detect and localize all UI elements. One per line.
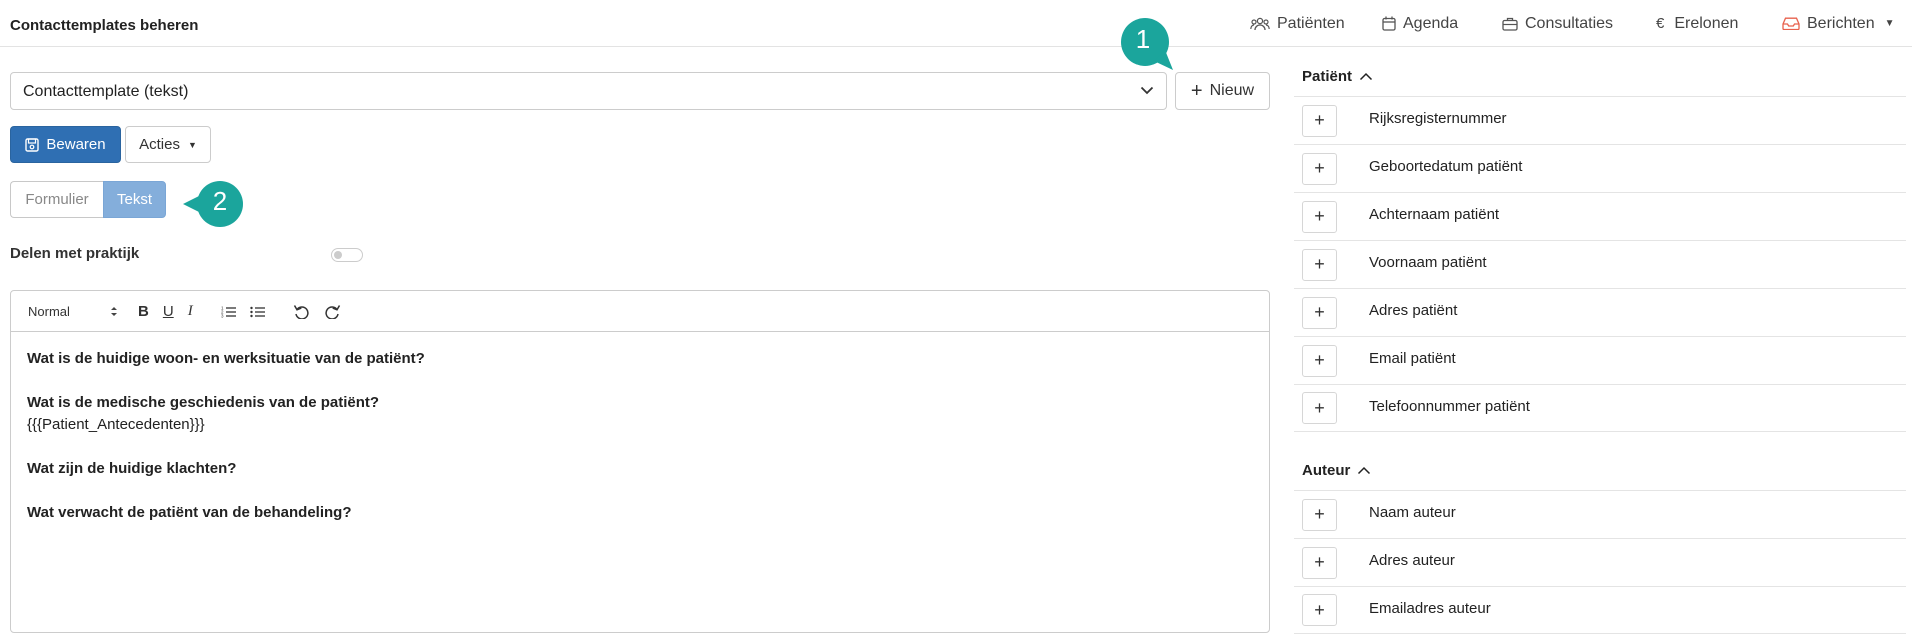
plus-icon: + bbox=[1190, 80, 1203, 102]
ordered-list-icon[interactable]: 123 bbox=[221, 305, 236, 318]
field-label: Naam auteur bbox=[1369, 504, 1456, 521]
text-editor: Normal B U I 123 Wat is de huidige woon-… bbox=[10, 290, 1270, 633]
inbox-icon bbox=[1782, 17, 1800, 30]
template-select-value: Contacttemplate (tekst) bbox=[23, 83, 189, 100]
actions-button-label: Acties bbox=[139, 136, 180, 153]
share-label: Delen met praktijk bbox=[10, 245, 140, 262]
chevron-up-icon bbox=[1359, 72, 1373, 81]
updown-icon bbox=[111, 306, 117, 316]
svg-text:3: 3 bbox=[221, 313, 224, 318]
bullet-list-icon[interactable] bbox=[249, 305, 265, 318]
underline-icon[interactable]: U bbox=[163, 303, 174, 320]
editor-content[interactable]: Wat is de huidige woon- en werksituatie … bbox=[11, 332, 1269, 540]
field-label: Rijksregisternummer bbox=[1369, 110, 1507, 127]
annotation-number: 1 bbox=[1135, 24, 1151, 54]
list-item: + Telefoonnummer patiënt bbox=[1294, 384, 1906, 432]
caret-down-icon: ▼ bbox=[1884, 18, 1895, 29]
list-item: + Rijksregisternummer bbox=[1294, 96, 1906, 144]
patient-field-list: + Rijksregisternummer + Geboortedatum pati… bbox=[1294, 96, 1906, 432]
save-button-label: Bewaren bbox=[46, 136, 106, 153]
nav-label: Erelonen bbox=[1674, 14, 1739, 32]
bold-icon[interactable]: B bbox=[138, 303, 149, 320]
nav-consultaties[interactable]: Consultaties bbox=[1502, 0, 1613, 47]
new-button-label: Nieuw bbox=[1209, 82, 1255, 99]
top-bar: Contacttemplates beheren Patiënten Agend… bbox=[0, 0, 1912, 47]
annotation-callout-2: 2 bbox=[183, 180, 245, 228]
editor-line: Wat is de medische geschiedenis van de p… bbox=[27, 394, 380, 411]
format-select[interactable]: Normal bbox=[28, 304, 118, 319]
new-template-button[interactable]: + Nieuw bbox=[1175, 72, 1270, 110]
template-select[interactable]: Contacttemplate (tekst) bbox=[10, 72, 1167, 110]
add-field-button[interactable]: + bbox=[1302, 248, 1337, 281]
section-title: Patiënt bbox=[1302, 68, 1353, 85]
add-field-button[interactable]: + bbox=[1302, 546, 1337, 579]
add-field-button[interactable]: + bbox=[1302, 498, 1337, 531]
toggle-tekst[interactable]: Tekst bbox=[103, 181, 166, 218]
section-title: Auteur bbox=[1302, 462, 1351, 479]
auteur-field-list: + Naam auteur + Adres auteur + Emailadres a… bbox=[1294, 490, 1906, 634]
list-item: + Voornaam patiënt bbox=[1294, 240, 1906, 288]
chevron-up-icon bbox=[1358, 466, 1371, 475]
field-label: Email patiënt bbox=[1369, 350, 1456, 367]
list-item: + Email patiënt bbox=[1294, 336, 1906, 384]
nav-label: Agenda bbox=[1403, 14, 1459, 32]
editor-line: Wat verwacht de patiënt van de behandeli… bbox=[27, 504, 352, 521]
field-label: Adres patiënt bbox=[1369, 302, 1458, 319]
field-label: Achternaam patiënt bbox=[1369, 206, 1500, 223]
calendar-icon bbox=[1382, 16, 1396, 31]
add-field-button[interactable]: + bbox=[1302, 152, 1337, 185]
field-label: Adres auteur bbox=[1369, 552, 1455, 569]
nav-label: Berichten bbox=[1807, 14, 1875, 32]
annotation-callout-1: 1 bbox=[1118, 16, 1176, 72]
add-field-button[interactable]: + bbox=[1302, 104, 1337, 137]
actions-dropdown-button[interactable]: Acties ▼ bbox=[125, 126, 211, 163]
nav-erelonen[interactable]: € Erelonen bbox=[1656, 0, 1738, 47]
users-icon bbox=[1250, 17, 1270, 30]
caret-down-icon: ▼ bbox=[187, 139, 197, 150]
mode-toggle: Formulier Tekst bbox=[10, 181, 166, 218]
switch-knob bbox=[334, 251, 342, 259]
field-label: Geboortedatum patiënt bbox=[1369, 158, 1523, 175]
save-icon bbox=[25, 137, 40, 152]
nav-label: Consultaties bbox=[1525, 14, 1614, 32]
nav-label: Patiënten bbox=[1277, 14, 1345, 32]
add-field-button[interactable]: + bbox=[1302, 200, 1337, 233]
redo-icon[interactable] bbox=[324, 304, 341, 319]
share-switch[interactable] bbox=[331, 248, 363, 262]
page-title: Contacttemplates beheren bbox=[10, 17, 199, 34]
editor-toolbar: Normal B U I 123 bbox=[11, 291, 1269, 332]
add-field-button[interactable]: + bbox=[1302, 296, 1337, 329]
nav-agenda[interactable]: Agenda bbox=[1382, 0, 1458, 47]
field-label: Voornaam patiënt bbox=[1369, 254, 1487, 271]
list-item: + Geboortedatum patiënt bbox=[1294, 144, 1906, 192]
list-item: + Adres patiënt bbox=[1294, 288, 1906, 336]
list-item: + Naam auteur bbox=[1294, 490, 1906, 538]
editor-line: Wat is de huidige woon- en werksituatie … bbox=[27, 350, 425, 367]
section-header-patient[interactable]: Patiënt bbox=[1302, 68, 1373, 85]
italic-icon[interactable]: I bbox=[188, 303, 193, 320]
save-button[interactable]: Bewaren bbox=[10, 126, 121, 163]
add-field-button[interactable]: + bbox=[1302, 594, 1337, 626]
editor-line: Wat zijn de huidige klachten? bbox=[27, 460, 237, 477]
field-label: Emailadres auteur bbox=[1369, 599, 1491, 617]
briefcase-icon bbox=[1502, 17, 1518, 31]
euro-icon: € bbox=[1656, 15, 1665, 32]
chevron-down-icon bbox=[1140, 86, 1154, 95]
nav-patienten[interactable]: Patiënten bbox=[1250, 0, 1345, 47]
annotation-number: 2 bbox=[212, 186, 228, 216]
toggle-formulier[interactable]: Formulier bbox=[10, 181, 103, 218]
section-header-auteur[interactable]: Auteur bbox=[1302, 462, 1371, 479]
list-item: + Adres auteur bbox=[1294, 538, 1906, 586]
list-item: + Emailadres auteur bbox=[1294, 586, 1906, 634]
format-select-value: Normal bbox=[28, 303, 70, 319]
nav-berichten[interactable]: Berichten ▼ bbox=[1782, 0, 1895, 47]
add-field-button[interactable]: + bbox=[1302, 392, 1337, 424]
list-item: + Achternaam patiënt bbox=[1294, 192, 1906, 240]
editor-line: {{{Patient_Antecedenten}}} bbox=[27, 416, 205, 433]
undo-icon[interactable] bbox=[293, 304, 310, 319]
field-label: Telefoonnummer patiënt bbox=[1369, 397, 1530, 415]
add-field-button[interactable]: + bbox=[1302, 344, 1337, 377]
